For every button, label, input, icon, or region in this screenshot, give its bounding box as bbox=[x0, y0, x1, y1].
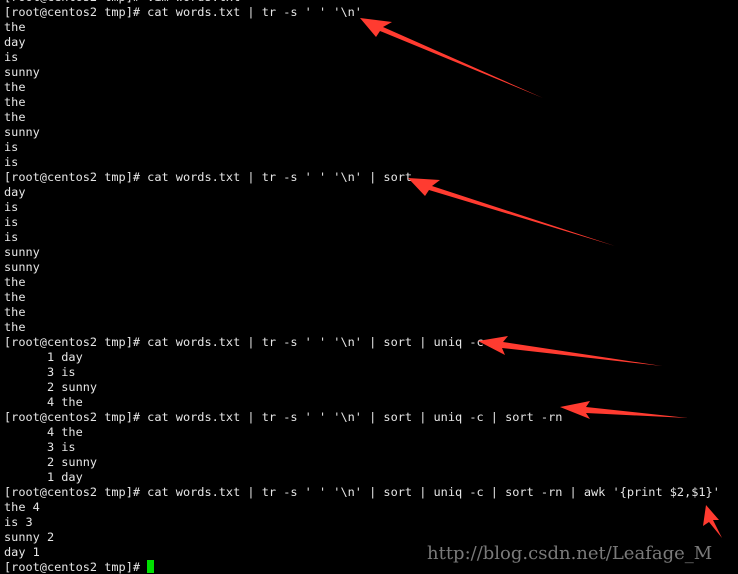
arrow-annotation-5 bbox=[703, 505, 722, 538]
arrow-annotation-3 bbox=[478, 336, 662, 366]
arrow-annotation-2 bbox=[408, 178, 615, 246]
watermark: http://blog.csdn.net/Leafage_M bbox=[427, 543, 713, 564]
arrow-annotation-4 bbox=[560, 401, 688, 419]
arrow-annotation-1 bbox=[360, 18, 543, 98]
annotation-arrows bbox=[360, 18, 722, 538]
terminal-window[interactable]: [root@centos2 tmp]# vim words.txt[root@c… bbox=[0, 0, 738, 574]
